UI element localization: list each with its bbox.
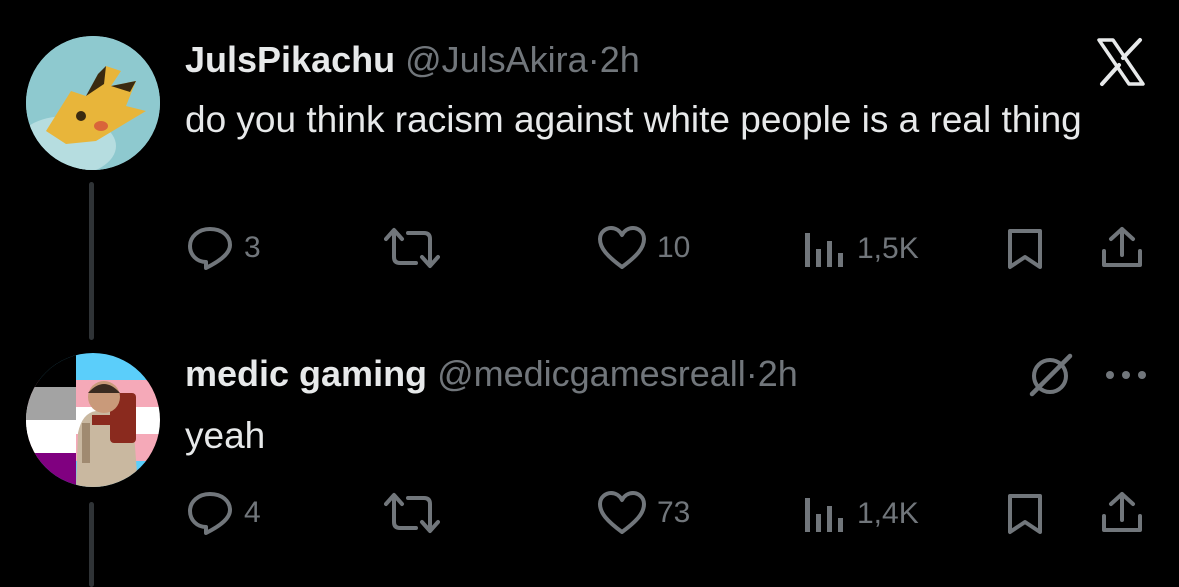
views-icon — [805, 233, 843, 267]
view-count: 1,4K — [857, 497, 919, 530]
grok-icon[interactable] — [1026, 350, 1076, 405]
repost-button[interactable] — [384, 492, 440, 534]
views-button[interactable]: 1,5K — [803, 227, 919, 271]
like-button[interactable]: 73 — [597, 490, 690, 536]
like-count: 10 — [657, 231, 691, 264]
reply-button[interactable]: 4 — [186, 490, 261, 536]
medic-pride-flag-avatar-image — [26, 353, 160, 487]
timestamp[interactable]: 2h — [600, 39, 640, 80]
view-count: 1,5K — [857, 232, 919, 265]
repost-icon — [384, 493, 440, 533]
x-logo-icon[interactable] — [1095, 36, 1147, 93]
tweet-actions: 3 10 1,5K — [0, 225, 1179, 275]
display-name[interactable]: medic gaming — [185, 353, 427, 394]
tweet-actions: 4 73 1,4K — [0, 490, 1179, 540]
heart-icon — [598, 491, 646, 534]
separator: · — [587, 39, 600, 80]
tweet-text: do you think racism against white people… — [185, 99, 1082, 140]
display-name[interactable]: JulsPikachu — [185, 39, 395, 80]
like-count: 73 — [657, 496, 691, 529]
like-button[interactable]: 10 — [597, 225, 690, 271]
more-icon[interactable] — [1104, 368, 1148, 387]
avatar[interactable] — [26, 36, 160, 170]
separator: · — [745, 353, 758, 394]
reply-count: 3 — [244, 231, 261, 264]
heart-icon — [598, 226, 646, 269]
tweet-text: yeah — [185, 415, 266, 456]
views-icon — [805, 498, 843, 532]
bookmark-icon[interactable] — [1005, 227, 1045, 276]
tweet-header: medic gaming @medicgamesreall·2h — [185, 352, 798, 396]
pikachu-avatar-image — [26, 36, 160, 170]
avatar[interactable] — [26, 353, 160, 487]
repost-icon — [384, 228, 440, 268]
user-handle[interactable]: @medicgamesreall — [437, 353, 746, 394]
tweet-header: JulsPikachu @JulsAkira·2h — [185, 38, 640, 82]
user-handle[interactable]: @JulsAkira — [405, 39, 588, 80]
reply-icon — [188, 227, 232, 270]
reply-icon — [188, 492, 232, 535]
reply-button[interactable]: 3 — [186, 225, 261, 271]
repost-button[interactable] — [384, 227, 440, 269]
timestamp[interactable]: 2h — [758, 353, 798, 394]
reply-count: 4 — [244, 496, 261, 529]
share-icon[interactable] — [1100, 490, 1144, 541]
share-icon[interactable] — [1100, 225, 1144, 276]
bookmark-icon[interactable] — [1005, 492, 1045, 541]
views-button[interactable]: 1,4K — [803, 492, 919, 536]
